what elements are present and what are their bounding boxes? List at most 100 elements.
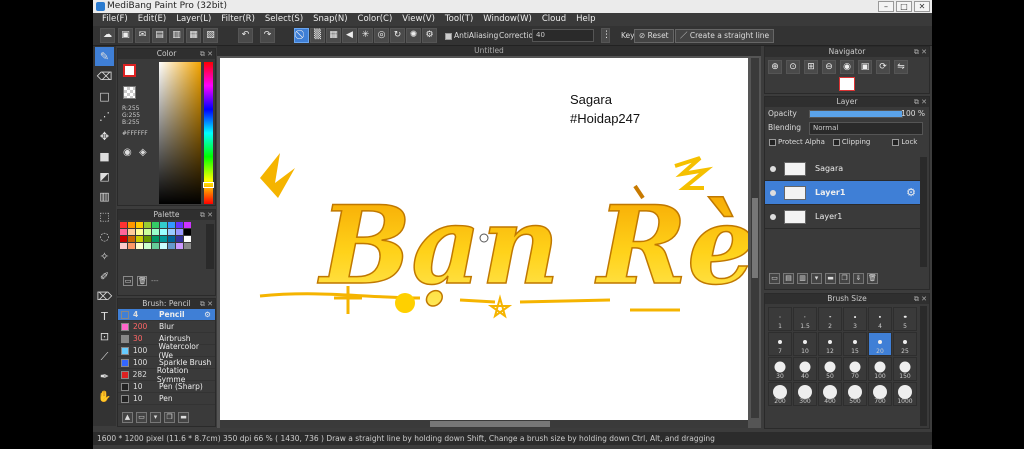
snap-radial-icon[interactable]: ✳ (358, 28, 373, 43)
antialiasing-checkbox[interactable] (445, 32, 452, 40)
eraser-tool-icon[interactable]: ⌫ (95, 67, 114, 86)
reset-button[interactable]: ⊘ Reset (634, 29, 674, 43)
brush-size-option[interactable]: 300 (793, 382, 817, 406)
brush-size-option[interactable]: 20 (868, 332, 892, 356)
brush-size-option[interactable]: 50 (818, 357, 842, 381)
clipping-toggle[interactable]: Clipping (832, 138, 870, 146)
protect-alpha-toggle[interactable]: Protect Alpha (769, 138, 825, 146)
cloud-icon[interactable]: ☁ (100, 28, 115, 43)
layer-row[interactable]: Layer1 ⚙ (765, 181, 920, 205)
select-pen-tool-icon[interactable]: ✐ (95, 267, 114, 286)
brush-size-option[interactable]: 12 (818, 332, 842, 356)
brush-item[interactable]: 282 Rotation Symme (118, 366, 215, 384)
brush-item[interactable]: 100 Watercolor (We (118, 342, 215, 360)
redo-icon[interactable]: ↷ (260, 28, 275, 43)
lock-toggle[interactable]: Lock (892, 138, 917, 146)
document-icon[interactable]: ▥ (169, 28, 184, 43)
zoom-reset-icon[interactable]: ⊙ (786, 60, 800, 74)
eye-icon[interactable] (770, 213, 776, 220)
zoom-out-icon[interactable]: ⊖ (822, 60, 836, 74)
maximize-button[interactable]: □ (896, 1, 912, 12)
menu-layer[interactable]: Layer(L) (171, 13, 216, 26)
menu-tool[interactable]: Tool(T) (440, 13, 478, 26)
brush-item[interactable]: 10 Pen (118, 393, 215, 405)
panel-close-icon[interactable]: ⧉ ✕ (200, 49, 213, 59)
hue-slider-handle[interactable] (203, 182, 214, 188)
straight-line-button[interactable]: ／ Create a straight line (675, 29, 775, 43)
snap-parallel-icon[interactable]: ▒ (310, 28, 325, 43)
new-palette-icon[interactable]: ▭ (123, 276, 133, 286)
fill-rect-tool-icon[interactable]: ■ (95, 147, 114, 166)
flip-icon[interactable]: ⇋ (894, 60, 908, 74)
divide-tool-icon[interactable]: ⊡ (95, 327, 114, 346)
correction-select[interactable]: 40 (532, 29, 594, 42)
zoom-in-icon[interactable]: ⊕ (768, 60, 782, 74)
panel-close-icon[interactable]: ⧉ ✕ (200, 210, 213, 220)
scrollbar-thumb[interactable] (430, 421, 550, 427)
brush-tool-icon[interactable]: ✎ (95, 47, 114, 66)
brush-copy-icon[interactable]: ❐ (164, 412, 175, 423)
undo-icon[interactable]: ↶ (238, 28, 253, 43)
canvas-vertical-scrollbar[interactable] (751, 58, 759, 418)
snap-settings-icon[interactable]: ⚙ (422, 28, 437, 43)
menu-window[interactable]: Window(W) (478, 13, 537, 26)
brush-add-icon[interactable]: ▭ (136, 412, 147, 423)
select-tool-icon[interactable]: ⬚ (95, 207, 114, 226)
dot-tool-icon[interactable]: ⋰ (95, 107, 114, 126)
layer-row[interactable]: Sagara (765, 157, 920, 181)
brush-item[interactable]: 4 Pencil ⚙ (118, 309, 215, 321)
brush-size-option[interactable]: 150 (893, 357, 917, 381)
add-layer-menu-icon[interactable]: ▾ (811, 273, 822, 284)
brush-size-option[interactable]: 10 (793, 332, 817, 356)
blending-select[interactable]: Normal (809, 122, 923, 135)
text-tool-icon[interactable]: T (95, 307, 114, 326)
menu-snap[interactable]: Snap(N) (308, 13, 352, 26)
correction-stepper[interactable]: ⋮ (601, 28, 611, 43)
layout-icon[interactable]: ▧ (203, 28, 218, 43)
snap-curve-icon[interactable]: ↻ (390, 28, 405, 43)
brush-size-option[interactable]: 1000 (893, 382, 917, 406)
brush-menu-icon[interactable]: ▾ (150, 412, 161, 423)
menu-cloud[interactable]: Cloud (537, 13, 571, 26)
brush-size-option[interactable]: 40 (793, 357, 817, 381)
color-saturation-field[interactable] (159, 62, 201, 204)
snap-circle-icon[interactable]: ◎ (374, 28, 389, 43)
snap-vanish-icon[interactable]: ✺ (406, 28, 421, 43)
antialiasing-toggle[interactable]: AntiAliasing (445, 30, 498, 41)
eye-icon[interactable] (770, 165, 776, 172)
palette-swatches[interactable] (118, 220, 215, 251)
new-8bit-layer-icon[interactable]: ▥ (797, 273, 808, 284)
canvas-horizontal-scrollbar[interactable] (220, 420, 748, 428)
brush-size-option[interactable]: 30 (768, 357, 792, 381)
layer-row[interactable]: Layer1 (765, 205, 920, 229)
trash-icon[interactable]: 🗑 (867, 273, 878, 284)
brush-size-option[interactable]: 1.5 (793, 307, 817, 331)
menu-file[interactable]: File(F) (97, 13, 133, 26)
merge-down-icon[interactable]: ⇓ (853, 273, 864, 284)
document-tab[interactable]: Untitled (217, 46, 761, 56)
brush-size-option[interactable]: 1 (768, 307, 792, 331)
minimize-button[interactable]: – (878, 1, 894, 12)
color-wheel-icon[interactable]: ◉ (123, 147, 132, 158)
select-eraser-tool-icon[interactable]: ⌦ (95, 287, 114, 306)
brush-size-option[interactable]: 100 (868, 357, 892, 381)
panel-close-icon[interactable]: ⧉ ✕ (914, 47, 927, 57)
close-button[interactable]: ✕ (914, 1, 930, 12)
move-tool-icon[interactable]: ✥ (95, 127, 114, 146)
gear-icon[interactable]: ⚙ (204, 310, 211, 319)
color-mode-icon[interactable]: ◈ (139, 147, 147, 158)
snap-grid-icon[interactable]: ▦ (326, 28, 341, 43)
menu-view[interactable]: View(V) (397, 13, 440, 26)
brush-size-option[interactable]: 3 (843, 307, 867, 331)
lasso-tool-icon[interactable]: ◌ (95, 227, 114, 246)
gradient-tool-icon[interactable]: ▥ (95, 187, 114, 206)
eyedropper-tool-icon[interactable]: ⟋ (95, 347, 114, 366)
gear-icon[interactable]: ⚙ (906, 186, 916, 199)
grid-icon[interactable]: ▤ (152, 28, 167, 43)
document-canvas[interactable]: Sagara #Hoidap247 Bạn Rè (220, 58, 748, 420)
scrollbar-thumb[interactable] (752, 198, 758, 278)
brush-size-scrollbar[interactable] (920, 306, 927, 426)
brush-size-option[interactable]: 2 (818, 307, 842, 331)
comment-icon[interactable]: ✉ (135, 28, 150, 43)
actual-size-icon[interactable]: ◉ (840, 60, 854, 74)
